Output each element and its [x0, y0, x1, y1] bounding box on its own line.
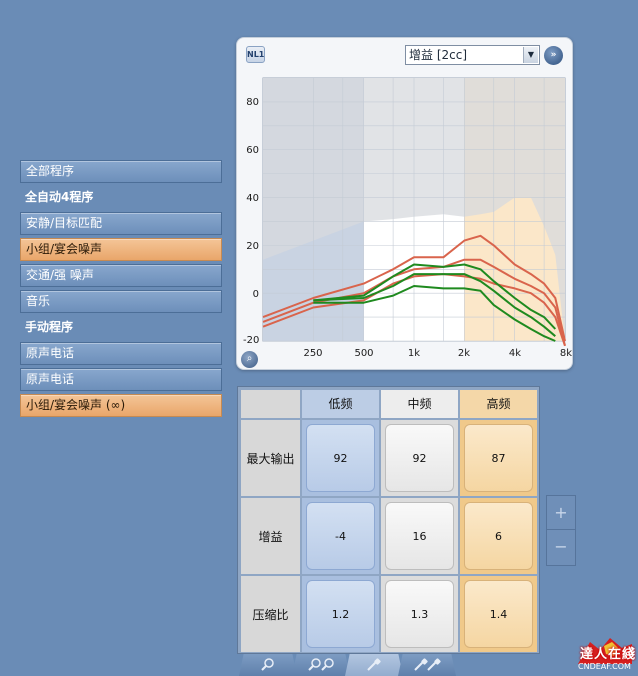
logo-text: 達人在綫 — [580, 647, 637, 662]
row-label-compression: 压缩比 — [241, 576, 300, 652]
program-item-phone-1[interactable]: 原声电话 — [20, 342, 222, 365]
max-output-high-value: 87 — [464, 424, 533, 492]
double-zoom-icon — [308, 658, 334, 671]
header-high-frequency: 高频 — [460, 390, 537, 418]
gain-mid-value: 16 — [385, 502, 454, 570]
y-tick-label: -20 — [243, 335, 260, 346]
program-item-party-noise-manual[interactable]: 小组/宴会噪声 (∞) — [20, 394, 222, 417]
program-item-phone-2[interactable]: 原声电话 — [20, 368, 222, 391]
header-low-frequency: 低频 — [302, 390, 379, 418]
compression-low-value: 1.2 — [306, 580, 375, 648]
x-tick-label: 8k — [559, 348, 573, 359]
y-tick-label: 40 — [246, 193, 259, 204]
x-tick-label: 250 — [303, 348, 323, 359]
x-tick-label: 500 — [354, 348, 374, 359]
row-label-gain: 增益 — [241, 498, 300, 574]
compression-mid-cell[interactable]: 1.3 — [381, 576, 458, 652]
zoom-icon — [261, 658, 274, 671]
gain-high-cell[interactable]: 6 — [460, 498, 537, 574]
max-output-low-value: 92 — [306, 424, 375, 492]
zoom-icon[interactable]: ⌕ — [241, 351, 258, 368]
x-tick-label: 2k — [457, 348, 471, 359]
y-tick-label: 80 — [246, 97, 259, 108]
decrement-button[interactable]: − — [547, 530, 575, 564]
program-item-traffic[interactable]: 交通/强 噪声 — [20, 264, 222, 287]
all-programs-button[interactable]: 全部程序 — [20, 160, 222, 183]
max-output-mid-cell[interactable]: 92 — [381, 420, 458, 496]
value-stepper: + − — [546, 495, 576, 566]
gain-low-cell[interactable]: -4 — [302, 498, 379, 574]
max-output-low-cell[interactable]: 92 — [302, 420, 379, 496]
tool-tab-strip — [237, 654, 540, 676]
compression-high-value: 1.4 — [464, 580, 533, 648]
row-label-max-output: 最大输出 — [241, 420, 300, 496]
y-tick-label: 60 — [246, 145, 259, 156]
program-list: 全部程序 全自动4程序 安静/目标匹配 小组/宴会噪声 交通/强 噪声 音乐 手… — [20, 160, 222, 420]
gain-high-value: 6 — [464, 502, 533, 570]
manual-programs-header: 手动程序 — [25, 320, 74, 334]
logo-subtext: CNDEAF.COM — [578, 662, 631, 671]
site-logo: 達人在綫 CNDEAF.COM — [574, 634, 636, 674]
gain-graph-panel: NL1 增益 [2cc] ▼ » 80 60 40 20 0 -20 250 5… — [236, 37, 573, 370]
compression-high-cell[interactable]: 1.4 — [460, 576, 537, 652]
max-output-mid-value: 92 — [385, 424, 454, 492]
tab-zoom[interactable] — [239, 654, 297, 676]
header-mid-frequency: 中频 — [381, 390, 458, 418]
program-item-music[interactable]: 音乐 — [20, 290, 222, 313]
compression-low-cell[interactable]: 1.2 — [302, 576, 379, 652]
x-tick-label: 4k — [508, 348, 522, 359]
gain-mid-cell[interactable]: 16 — [381, 498, 458, 574]
max-output-high-cell[interactable]: 87 — [460, 420, 537, 496]
increment-button[interactable]: + — [547, 496, 575, 530]
band-settings-table: 低频 中频 高频 最大输出 92 92 87 增益 -4 16 6 压缩比 1.… — [237, 386, 540, 654]
compression-mid-value: 1.3 — [385, 580, 454, 648]
tab-double-zoom[interactable] — [292, 654, 350, 676]
gain-low-value: -4 — [306, 502, 375, 570]
y-tick-label: 20 — [246, 241, 259, 252]
gain-chart[interactable] — [237, 38, 574, 371]
tab-probe[interactable] — [345, 654, 403, 676]
auto-programs-header: 全自动4程序 — [25, 190, 94, 204]
y-tick-label: 0 — [252, 289, 259, 300]
table-corner — [241, 390, 300, 418]
probe-icon — [367, 658, 381, 671]
program-item-quiet[interactable]: 安静/目标匹配 — [20, 212, 222, 235]
program-item-party-noise[interactable]: 小组/宴会噪声 — [20, 238, 222, 261]
x-tick-label: 1k — [407, 348, 421, 359]
double-probe-icon — [414, 658, 441, 671]
tab-double-probe[interactable] — [398, 654, 456, 676]
